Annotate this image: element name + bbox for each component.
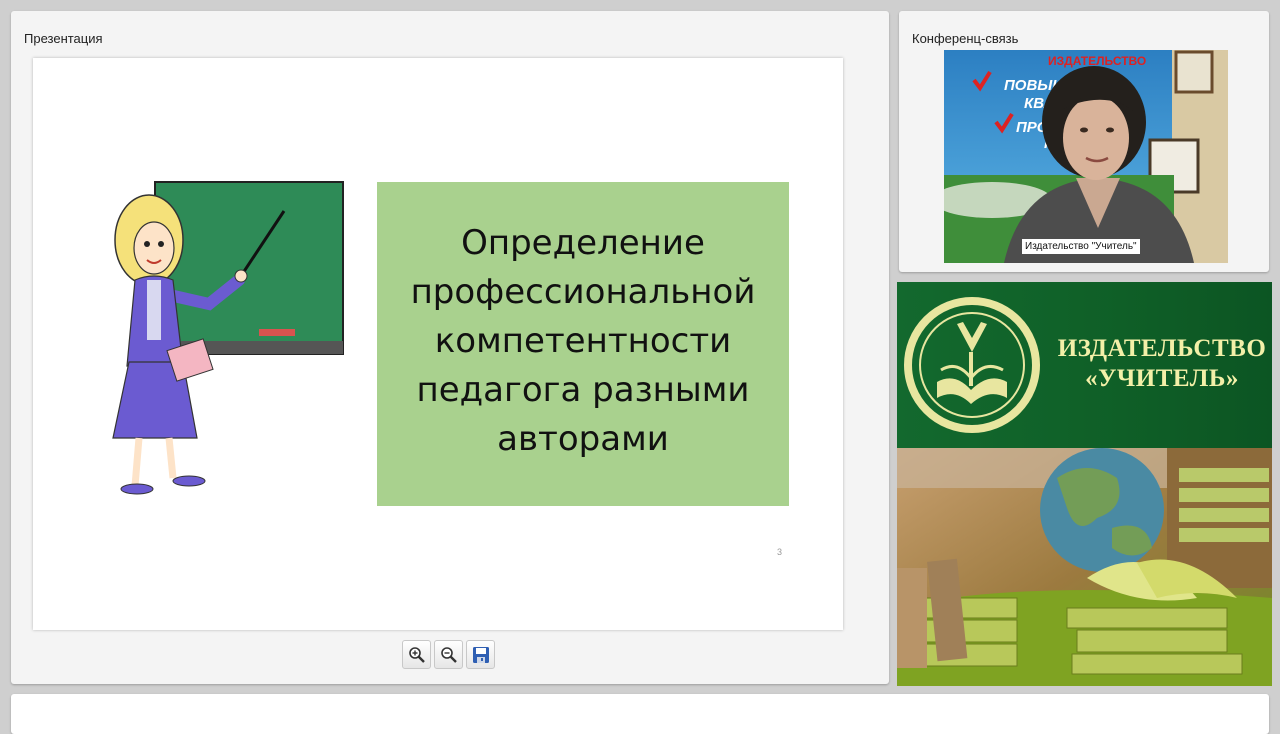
teacher-illustration: [112, 181, 344, 495]
slide-heading-line: авторами: [497, 418, 669, 459]
save-icon: [472, 646, 489, 663]
publisher-name-line1: ИЗДАТЕЛЬСТВО: [1057, 335, 1267, 362]
video-frame: ИЗДАТЕЛЬСТВО ПОВЫШЕН КВАЛ ПРОФ ПЕ: [944, 50, 1228, 263]
zoom-out-button[interactable]: [434, 640, 463, 669]
slide-heading-line: компетентности: [434, 320, 732, 361]
publisher-name: ИЗДАТЕЛЬСТВО «УЧИТЕЛЬ»: [1057, 334, 1267, 394]
presentation-title: Презентация: [24, 31, 103, 46]
zoom-in-icon: [408, 646, 425, 663]
conference-panel: Конференц-связь ИЗДАТЕЛЬСТВО ПОВЫШЕН КВА…: [899, 11, 1269, 272]
presentation-toolbar: [402, 640, 495, 669]
zoom-in-button[interactable]: [402, 640, 431, 669]
participant-name-label: Издательство "Учитель": [1022, 239, 1140, 254]
slide-heading-line: профессиональной: [410, 271, 756, 312]
video-feed[interactable]: ИЗДАТЕЛЬСТВО ПОВЫШЕН КВАЛ ПРОФ ПЕ Издате…: [944, 50, 1228, 263]
publisher-banner-header: ИЗДАТЕЛЬСТВО «УЧИТЕЛЬ»: [897, 282, 1272, 448]
presentation-panel: Презентация Определение профессиональной…: [11, 11, 889, 684]
publisher-name-line2: «УЧИТЕЛЬ»: [1085, 365, 1239, 392]
books-globe-photo: [897, 448, 1272, 686]
conference-title: Конференц-связь: [912, 31, 1019, 46]
publisher-logo: [904, 297, 1040, 433]
slide-heading-box: Определение профессиональной компетентно…: [377, 182, 789, 506]
video-banner-publisher: ИЗДАТЕЛЬСТВО: [1048, 54, 1146, 68]
slide-page-number: 3: [777, 547, 783, 557]
slide-canvas: Определение профессиональной компетентно…: [33, 58, 843, 630]
slide-heading-line: Определение: [461, 222, 705, 263]
save-button[interactable]: [466, 640, 495, 669]
zoom-out-icon: [440, 646, 457, 663]
slide-heading-line: педагога разными: [416, 369, 750, 410]
bottom-panel: [11, 694, 1269, 734]
publisher-banner: ИЗДАТЕЛЬСТВО «УЧИТЕЛЬ»: [897, 282, 1272, 686]
slide-heading: Определение профессиональной компетентно…: [377, 219, 789, 464]
